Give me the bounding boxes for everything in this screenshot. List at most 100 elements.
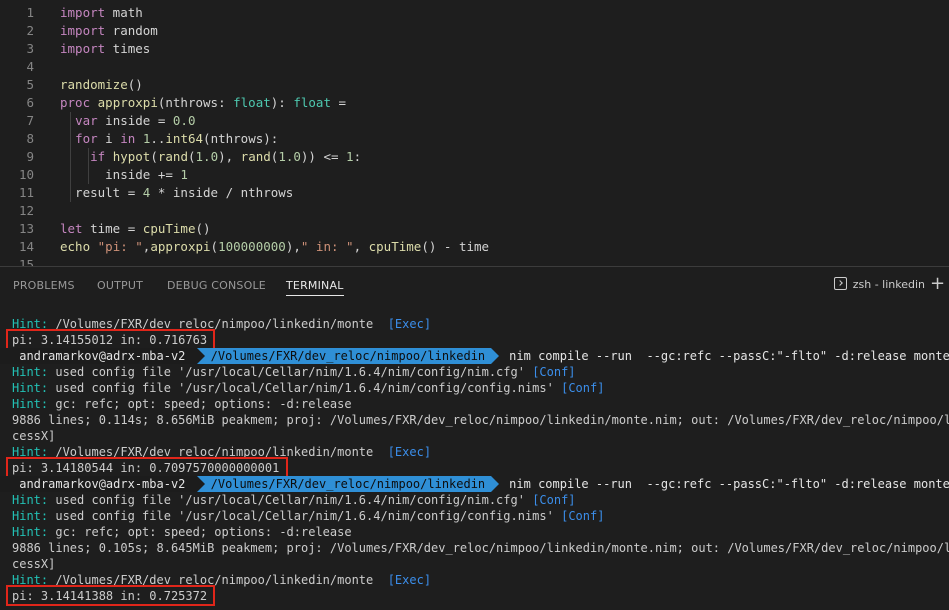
- code-token: (): [127, 77, 143, 92]
- code-token: proc: [60, 95, 91, 110]
- code-token: import: [60, 5, 106, 20]
- code-text: randomize(): [60, 76, 143, 94]
- add-terminal-icon[interactable]: +: [930, 275, 945, 295]
- code-token: " in: ": [300, 239, 354, 254]
- code-token: cpuTime: [142, 221, 196, 236]
- prompt-separator-icon: [196, 476, 205, 492]
- hint-text: gc: refc; opt: speed; options: -d:releas…: [55, 525, 352, 539]
- code-token: 100000000: [218, 239, 286, 254]
- code-token: (: [187, 149, 196, 164]
- command-text: nim compile --run --gc:refc --passC:"-fl…: [509, 349, 949, 363]
- code-token: var: [75, 113, 98, 128]
- code-token: 1: [180, 167, 188, 182]
- code-token: rand: [157, 149, 188, 164]
- code-text: import math: [60, 4, 143, 22]
- hint-label: Hint:: [12, 365, 56, 379]
- hint-text: used config file '/usr/local/Cellar/nim/…: [55, 493, 533, 507]
- code-token: echo: [60, 239, 91, 254]
- code-token: approxpi: [97, 95, 158, 110]
- hint-label: Hint:: [12, 381, 56, 395]
- line-number: 15: [18, 257, 34, 266]
- code-token: int64: [165, 131, 204, 146]
- tab-output[interactable]: OUTPUT: [97, 267, 143, 303]
- terminal-line: Hint: used config file '/usr/local/Cella…: [12, 380, 604, 396]
- terminal-line: andramarkov@adrx-mba-v2 /Volumes/FXR/dev…: [0, 348, 949, 364]
- terminal-line: 9886 lines; 0.114s; 8.656MiB peakmem; pr…: [12, 412, 949, 428]
- code-token: * inside / nthrows: [150, 185, 294, 200]
- hint-tag: [Exec]: [387, 573, 432, 587]
- hint-text: used config file '/usr/local/Cellar/nim/…: [55, 365, 533, 379]
- code-token: in: [120, 131, 136, 146]
- line-number: 11: [18, 185, 34, 200]
- hint-tag: [Conf]: [532, 493, 576, 507]
- terminal-selector[interactable]: zsh - linkedin: [833, 276, 925, 294]
- panel-tab-bar: PROBLEMS OUTPUT DEBUG CONSOLE TERMINAL z…: [0, 267, 949, 303]
- terminal-line: 9886 lines; 0.105s; 8.645MiB peakmem; pr…: [12, 540, 949, 556]
- hint-tag: [Exec]: [387, 317, 432, 331]
- code-token: (): [195, 221, 211, 236]
- code-token: inside =: [97, 113, 173, 128]
- code-text: if hypot(rand(1.0), rand(1.0)) <= 1:: [60, 148, 361, 166]
- code-token: math: [105, 5, 143, 20]
- code-token: import: [60, 23, 106, 38]
- output-text: 9886 lines; 0.105s; 8.645MiB peakmem; pr…: [12, 541, 949, 555]
- code-token: if: [90, 149, 106, 164]
- line-number: 1: [26, 5, 34, 20]
- command-text: nim compile --run --gc:refc --passC:"-fl…: [509, 477, 949, 491]
- line-number: 12: [18, 203, 34, 218]
- code-token: for: [75, 131, 98, 146]
- code-token: let: [60, 221, 83, 236]
- terminal-line: Hint: used config file '/usr/local/Cella…: [12, 492, 576, 508]
- code-token: times: [105, 41, 151, 56]
- code-text: import times: [60, 40, 150, 58]
- code-text: inside += 1: [60, 166, 188, 184]
- prompt-separator-icon: [491, 348, 500, 364]
- tab-debug-console[interactable]: DEBUG CONSOLE: [167, 267, 266, 303]
- code-token: import: [60, 41, 106, 56]
- line-number: 8: [26, 131, 34, 146]
- code-token: ,: [353, 239, 369, 254]
- hint-text: used config file '/usr/local/Cellar/nim/…: [55, 509, 562, 523]
- line-number: 10: [18, 167, 34, 182]
- line-number: 3: [26, 41, 34, 56]
- tab-problems[interactable]: PROBLEMS: [13, 267, 75, 303]
- code-token: float: [233, 95, 271, 110]
- code-token: (nthrows):: [203, 131, 279, 146]
- line-number: 4: [26, 59, 34, 74]
- terminal-line: cessX]: [12, 556, 55, 572]
- line-number: 14: [18, 239, 34, 254]
- code-token: float: [293, 95, 331, 110]
- hint-label: Hint:: [12, 397, 56, 411]
- hint-tag: [Conf]: [532, 365, 576, 379]
- terminal-output[interactable]: Hint: /Volumes/FXR/dev_reloc/nimpoo/link…: [0, 303, 949, 610]
- prompt-user: andramarkov@adrx-mba-v2: [0, 476, 197, 492]
- terminal-line: Hint: used config file '/usr/local/Cella…: [12, 508, 604, 524]
- code-editor[interactable]: 1 import math 2 import random 3 import times 4…: [0, 0, 949, 266]
- output-text: pi: 3.14141388 in: 0.725372: [12, 589, 208, 603]
- terminal-line: pi: 3.14180544 in: 0.7097570000000001: [12, 460, 279, 476]
- code-token: random: [105, 23, 158, 38]
- code-token: ..: [150, 131, 166, 146]
- output-text: pi: 3.14180544 in: 0.7097570000000001: [12, 461, 280, 475]
- code-text: let time = cpuTime(): [60, 220, 211, 238]
- tab-terminal[interactable]: TERMINAL: [286, 267, 344, 303]
- output-text: 9886 lines; 0.114s; 8.656MiB peakmem; pr…: [12, 413, 949, 427]
- code-token: approxpi: [150, 239, 211, 254]
- line-number: 2: [26, 23, 34, 38]
- terminal-line: Hint: gc: refc; opt: speed; options: -d:…: [12, 396, 352, 412]
- code-token: ):: [270, 95, 294, 110]
- hint-label: Hint:: [12, 493, 56, 507]
- output-text: pi: 3.14155012 in: 0.716763: [12, 333, 208, 347]
- code-token: )) <=: [300, 149, 347, 164]
- code-token: (: [150, 149, 158, 164]
- hint-text: gc: refc; opt: speed; options: -d:releas…: [55, 397, 352, 411]
- terminal-line: pi: 3.14141388 in: 0.725372: [12, 588, 207, 604]
- code-text: for i in 1..int64(nthrows):: [60, 130, 278, 148]
- code-token: 1.0: [278, 149, 301, 164]
- code-text: echo "pi: ",approxpi(100000000)," in: ",…: [60, 238, 489, 256]
